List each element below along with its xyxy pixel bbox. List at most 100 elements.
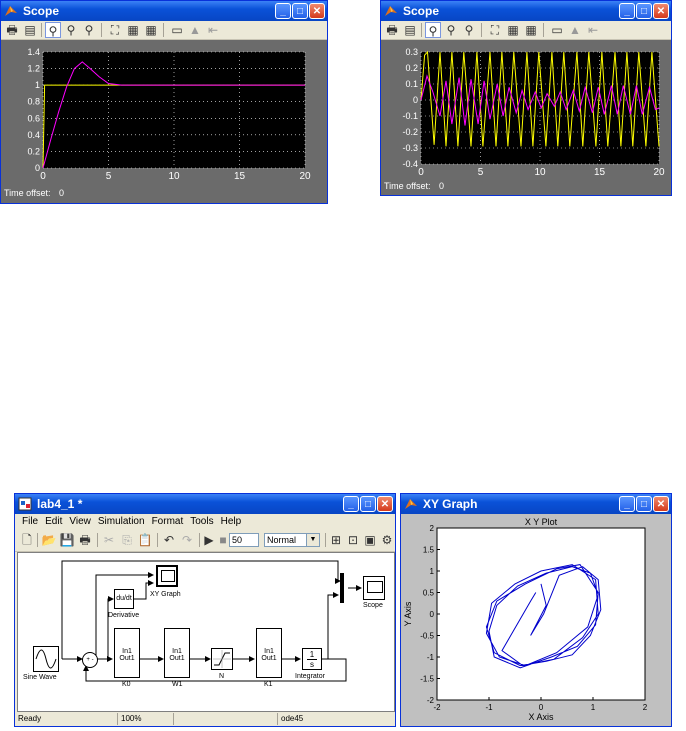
- model-toolbar: 🗋 📂 💾 🖶 ✂ ⎘ 📋 ↶ ↷ ▶ ■ 50 Normal ▼ ⊞ ⊡ ▣ …: [15, 531, 395, 552]
- maximize-button[interactable]: □: [360, 496, 376, 512]
- save-icon[interactable]: 💾: [59, 532, 75, 548]
- scope-window-2: Scope _ □ ✕ 🖶 ▤ ⚲ ⚲ ⚲ ⛶ ▦ ▦ ▭ ▲ ⇤ 0 5 10 15…: [380, 0, 672, 196]
- parameters-icon[interactable]: ▤: [402, 22, 418, 38]
- chevron-down-icon[interactable]: ▼: [306, 534, 319, 546]
- save-axes-icon[interactable]: ▦: [125, 22, 141, 38]
- menu-help[interactable]: Help: [221, 516, 242, 527]
- library-browser-icon[interactable]: ⚙: [379, 532, 395, 548]
- autoscale-icon[interactable]: ⛶: [107, 22, 123, 38]
- minimize-button[interactable]: _: [619, 3, 635, 19]
- new-icon[interactable]: 🗋: [19, 532, 35, 548]
- close-button[interactable]: ✕: [377, 496, 393, 512]
- toolbar-separator: [41, 23, 42, 37]
- xy-title: XY Graph: [423, 497, 478, 511]
- stop-time-input[interactable]: 50: [229, 533, 259, 547]
- y-tick-label: 1: [35, 80, 40, 90]
- scope-1-title: Scope: [23, 4, 60, 18]
- minimize-button[interactable]: _: [343, 496, 359, 512]
- mux-block[interactable]: [340, 573, 344, 603]
- k0-block[interactable]: In1 Out1: [114, 628, 140, 678]
- minimize-button[interactable]: _: [619, 496, 635, 512]
- toolbar-separator: [97, 533, 98, 547]
- toolbar-separator: [421, 23, 422, 37]
- floating-scope-icon[interactable]: ▭: [169, 22, 185, 38]
- floating-scope-icon[interactable]: ▭: [549, 22, 565, 38]
- sum-block[interactable]: + -: [82, 652, 98, 668]
- y-tick-label: 0.6: [27, 113, 40, 123]
- zoom-icon[interactable]: ⚲: [425, 22, 441, 38]
- y-tick-label: 0.4: [27, 130, 40, 140]
- menu-file[interactable]: File: [22, 516, 38, 527]
- copy-icon[interactable]: ⎘: [119, 532, 135, 548]
- build-icon[interactable]: ⊞: [328, 532, 344, 548]
- close-button[interactable]: ✕: [309, 3, 325, 19]
- menu-edit[interactable]: Edit: [45, 516, 62, 527]
- scope-block[interactable]: [363, 576, 385, 600]
- model-titlebar[interactable]: lab4_1 * _ □ ✕: [15, 494, 395, 514]
- k0-label: K0: [122, 681, 131, 688]
- y-tick-label: 1.5: [423, 546, 435, 555]
- close-button[interactable]: ✕: [653, 3, 669, 19]
- y-tick-label: 0.2: [27, 146, 40, 156]
- restore-axes-icon[interactable]: ▦: [523, 22, 539, 38]
- print-icon[interactable]: 🖶: [384, 22, 400, 38]
- update-diagram-icon[interactable]: ⊡: [345, 532, 361, 548]
- matlab-icon: [5, 6, 17, 16]
- scope-1-plot: 0 5 10 15 20 0 0.2 0.4 0.6 0.8 1 1.2 1.4: [27, 47, 311, 182]
- model-canvas[interactable]: Sine Wave + - du/dt Derivative XY Graph …: [17, 552, 395, 712]
- zoom-icon[interactable]: ⚲: [45, 22, 61, 38]
- undo-icon[interactable]: ↶: [161, 532, 177, 548]
- signal-selector-icon[interactable]: ⇤: [205, 22, 221, 38]
- derivative-block[interactable]: du/dt: [114, 589, 134, 609]
- k1-block[interactable]: In1 Out1: [256, 628, 282, 678]
- integrator-denominator: s: [310, 660, 314, 669]
- xy-graph-window: XY Graph _ □ ✕ -2 -1 0 1 2 -2 -1.5 -1 -0.5 0 0.5 1 1…: [400, 493, 672, 727]
- restore-axes-icon[interactable]: ▦: [143, 22, 159, 38]
- w1-ports: In1 Out1: [169, 648, 185, 662]
- autoscale-icon[interactable]: ⛶: [487, 22, 503, 38]
- paste-icon[interactable]: 📋: [137, 532, 153, 548]
- scope-1-titlebar[interactable]: Scope _ □ ✕: [1, 1, 327, 21]
- save-axes-icon[interactable]: ▦: [505, 22, 521, 38]
- y-tick-label: -0.5: [420, 632, 434, 641]
- maximize-button[interactable]: □: [292, 3, 308, 19]
- menu-tools[interactable]: Tools: [190, 516, 213, 527]
- k1-label: K1: [264, 681, 273, 688]
- maximize-button[interactable]: □: [636, 496, 652, 512]
- time-offset-label: Time offset:: [4, 188, 51, 198]
- integrator-block[interactable]: 1 s: [302, 648, 322, 670]
- zoom-y-icon[interactable]: ⚲: [81, 22, 97, 38]
- lock-icon[interactable]: ▲: [567, 22, 583, 38]
- simulation-mode-select[interactable]: Normal ▼: [264, 533, 320, 547]
- redo-icon[interactable]: ↷: [179, 532, 195, 548]
- menu-format[interactable]: Format: [152, 516, 184, 527]
- minimize-button[interactable]: _: [275, 3, 291, 19]
- xy-graph-screen-icon: [161, 570, 175, 582]
- signal-selector-icon[interactable]: ⇤: [585, 22, 601, 38]
- toolbar-separator: [481, 23, 482, 37]
- sine-wave-block[interactable]: [33, 646, 59, 672]
- sine-wave-label: Sine Wave: [23, 674, 57, 681]
- close-button[interactable]: ✕: [653, 496, 669, 512]
- xy-titlebar[interactable]: XY Graph _ □ ✕: [401, 494, 671, 514]
- menu-view[interactable]: View: [69, 516, 91, 527]
- cut-icon[interactable]: ✂: [101, 532, 117, 548]
- w1-block[interactable]: In1 Out1: [164, 628, 190, 678]
- menu-simulation[interactable]: Simulation: [98, 516, 145, 527]
- maximize-button[interactable]: □: [636, 3, 652, 19]
- model-browser-icon[interactable]: ▣: [362, 532, 378, 548]
- open-icon[interactable]: 📂: [41, 532, 57, 548]
- x-tick-label: 20: [653, 167, 665, 178]
- xy-graph-block[interactable]: [156, 565, 178, 587]
- lock-icon[interactable]: ▲: [187, 22, 203, 38]
- print-icon[interactable]: 🖶: [77, 532, 93, 548]
- zoom-x-icon[interactable]: ⚲: [443, 22, 459, 38]
- w1-label: W1: [172, 681, 183, 688]
- print-icon[interactable]: 🖶: [4, 22, 20, 38]
- zoom-x-icon[interactable]: ⚲: [63, 22, 79, 38]
- parameters-icon[interactable]: ▤: [22, 22, 38, 38]
- scope-2-titlebar[interactable]: Scope _ □ ✕: [381, 1, 671, 21]
- x-tick-label: 15: [234, 171, 246, 182]
- n-block[interactable]: [211, 648, 233, 670]
- zoom-y-icon[interactable]: ⚲: [461, 22, 477, 38]
